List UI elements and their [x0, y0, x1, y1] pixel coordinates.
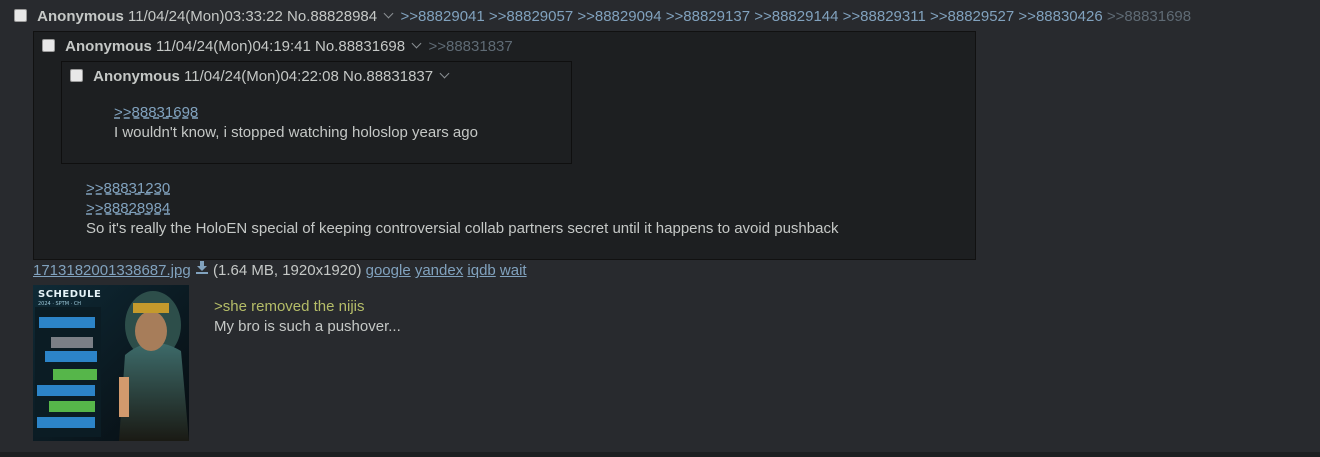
post-greentext: >she removed the nijis: [214, 298, 365, 315]
inline1-post-number[interactable]: No.88831698: [315, 38, 405, 55]
thumbnail-image: [33, 285, 189, 441]
post-text: My bro is such a pushover...: [214, 318, 401, 335]
inline2-quotelink[interactable]: >>88831698: [114, 104, 198, 121]
inline1-menu-chevron-icon[interactable]: [411, 38, 422, 49]
post-divider: [0, 452, 1320, 457]
op-backlink-4[interactable]: >>88829137: [666, 8, 750, 25]
file-info: 1713182001338687.jpg (1.64 MB, 1920x1920…: [33, 260, 527, 280]
inline1-quote-2[interactable]: >>88828984: [86, 200, 170, 217]
inline1-backlink-expanded[interactable]: >>88831837: [428, 38, 512, 55]
op-backlink-8[interactable]: >>88830426: [1018, 8, 1102, 25]
inline2-text: I wouldn't know, i stopped watching holo…: [114, 124, 478, 141]
op-datetime: 11/04/24(Mon)03:33:22: [128, 8, 283, 25]
inline2-datetime: 11/04/24(Mon)04:22:08: [184, 68, 339, 85]
inline2-menu-chevron-icon[interactable]: [439, 68, 450, 79]
file-thumbnail[interactable]: SCHEDULE 2024 · SPTM · CH: [33, 285, 189, 441]
inline1-quotelink-2[interactable]: >>88828984: [86, 200, 170, 217]
file-size-dimensions: (1.64 MB, 1920x1920): [213, 262, 362, 279]
op-select-checkbox[interactable]: [14, 8, 27, 22]
op-backlink-3[interactable]: >>88829094: [577, 8, 661, 25]
thumbnail-subtitle: 2024 · SPTM · CH: [38, 301, 82, 307]
op-backlink-7[interactable]: >>88829527: [930, 8, 1014, 25]
reverse-search-iqdb[interactable]: iqdb: [467, 262, 495, 279]
op-backlink-2[interactable]: >>88829057: [489, 8, 573, 25]
op-header: Anonymous 11/04/24(Mon)03:33:22 No.88828…: [14, 8, 1191, 25]
op-name: Anonymous: [37, 8, 124, 25]
inline2-select-checkbox[interactable]: [70, 68, 83, 82]
inline1-datetime: 11/04/24(Mon)04:19:41: [156, 38, 311, 55]
op-backlink-1[interactable]: >>88829041: [400, 8, 484, 25]
inline2-post-number[interactable]: No.88831837: [343, 68, 433, 85]
inline1-name: Anonymous: [65, 38, 152, 55]
file-name-link[interactable]: 1713182001338687.jpg: [33, 262, 191, 279]
inline2-name: Anonymous: [93, 68, 180, 85]
reverse-search-google[interactable]: google: [366, 262, 411, 279]
inline1-text: So it's really the HoloEN special of kee…: [86, 220, 839, 237]
op-post-number[interactable]: No.88828984: [287, 8, 377, 25]
op-backlink-expanded[interactable]: >>88831698: [1107, 8, 1191, 25]
reverse-search-yandex[interactable]: yandex: [415, 262, 463, 279]
op-menu-chevron-icon[interactable]: [383, 8, 394, 19]
inline2-quote[interactable]: >>88831698: [114, 104, 198, 121]
inline1-quote-1[interactable]: >>88831230: [86, 180, 170, 197]
reverse-search-wait[interactable]: wait: [500, 262, 527, 279]
op-backlink-5[interactable]: >>88829144: [754, 8, 838, 25]
inline2-header: Anonymous 11/04/24(Mon)04:22:08 No.88831…: [70, 68, 452, 85]
download-icon[interactable]: [195, 260, 209, 278]
inline1-select-checkbox[interactable]: [42, 38, 55, 52]
inline1-quotelink-1[interactable]: >>88831230: [86, 180, 170, 197]
op-backlink-6[interactable]: >>88829311: [843, 8, 926, 25]
thumbnail-schedule-label: SCHEDULE: [38, 289, 102, 300]
inline1-header: Anonymous 11/04/24(Mon)04:19:41 No.88831…: [42, 38, 513, 55]
